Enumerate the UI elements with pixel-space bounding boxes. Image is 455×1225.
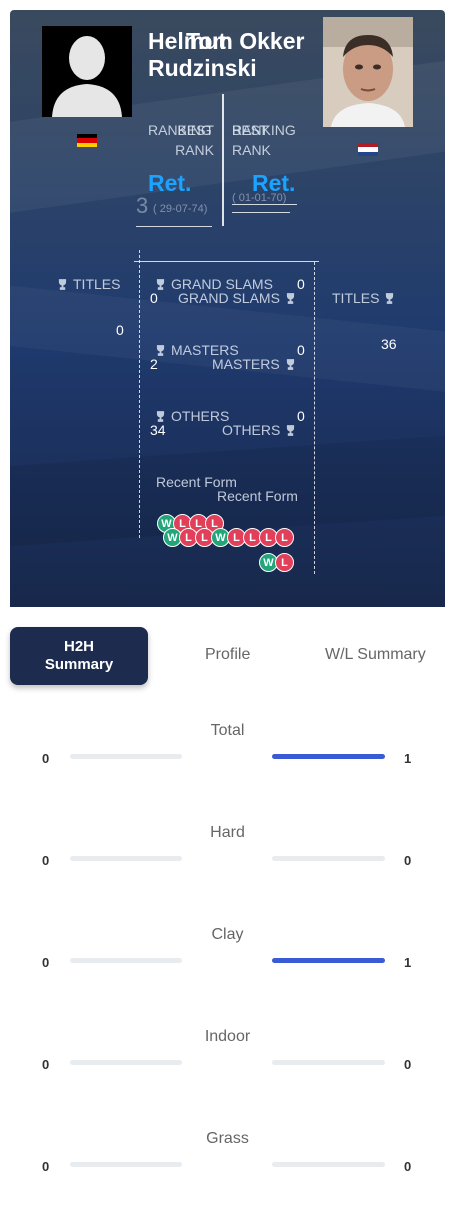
stat-right-bar bbox=[272, 1162, 385, 1167]
germany-flag-icon bbox=[77, 134, 97, 147]
stat-left-value: 0 bbox=[42, 1159, 50, 1174]
player2-grand-slams-label: GRAND SLAMS bbox=[178, 288, 295, 308]
stat-right-bar bbox=[272, 856, 385, 861]
stat-right-bar-fill bbox=[272, 958, 385, 963]
rank-divider bbox=[222, 94, 224, 226]
trophy-icon bbox=[286, 359, 294, 370]
trophy-icon bbox=[286, 293, 295, 304]
trophy-icon bbox=[287, 425, 295, 436]
player2-ranking-label: RANKING bbox=[232, 122, 296, 138]
player1-best-rank-label: BEST RANK bbox=[175, 122, 214, 158]
player2-recent-form-row2: WL bbox=[259, 553, 294, 572]
stat-left-value: 0 bbox=[42, 1057, 50, 1072]
trophy-icon bbox=[386, 293, 394, 304]
tab-bar: H2H Summary Profile W/L Summary bbox=[10, 627, 445, 685]
silhouette-icon bbox=[42, 26, 132, 117]
player2-others-label: OTHERS bbox=[222, 420, 295, 440]
player2-masters-count: 0 bbox=[297, 342, 305, 358]
stat-left-bar bbox=[70, 856, 182, 861]
stat-left-bar bbox=[70, 754, 182, 759]
stat-label: Hard bbox=[210, 824, 245, 841]
stat-label: Grass bbox=[206, 1130, 249, 1147]
stat-left-value: 0 bbox=[42, 751, 50, 766]
stat-right-bar-fill bbox=[272, 754, 385, 759]
player1-titles-label: TITLES bbox=[58, 274, 120, 294]
player1-masters-count: 2 bbox=[150, 356, 158, 372]
stat-right-value: 0 bbox=[404, 1159, 412, 1174]
trophy-icon bbox=[156, 411, 165, 422]
player1-best-rank-value: 3 bbox=[136, 193, 149, 218]
loss-badge: L bbox=[275, 553, 294, 572]
player2-recent-form-label: Recent Form bbox=[217, 488, 298, 504]
stat-left-bar bbox=[70, 1162, 182, 1167]
trophy-icon bbox=[156, 279, 165, 290]
player2-masters-label: MASTERS bbox=[212, 354, 295, 374]
stat-right-value: 0 bbox=[404, 1057, 412, 1072]
comparison-hero: Helmut Rudzinski Tom Okker RANKING BEST … bbox=[10, 10, 445, 607]
trophy-icon bbox=[58, 279, 67, 290]
stat-left-value: 0 bbox=[42, 853, 50, 868]
player1-avatar[interactable] bbox=[42, 26, 132, 117]
stat-right-value: 1 bbox=[404, 955, 412, 970]
netherlands-flag-icon bbox=[358, 143, 378, 156]
player1-ranking-value: Ret. bbox=[148, 170, 192, 196]
player2-titles-count: 36 bbox=[381, 336, 397, 352]
player1-others-label: OTHERS bbox=[156, 406, 229, 426]
stat-right-value: 0 bbox=[404, 853, 412, 868]
tab-wl-summary[interactable]: W/L Summary bbox=[325, 646, 426, 664]
stat-left-bar bbox=[70, 958, 182, 963]
player-photo-icon bbox=[323, 17, 413, 127]
player2-others-count: 0 bbox=[297, 408, 305, 424]
player1-titles-count: 0 bbox=[116, 322, 124, 338]
stat-right-value: 1 bbox=[404, 751, 412, 766]
player1-others-count: 34 bbox=[150, 422, 166, 438]
stat-label: Clay bbox=[211, 926, 244, 943]
player1-grand-slams-count: 0 bbox=[150, 290, 158, 306]
stat-left-value: 0 bbox=[42, 955, 50, 970]
stat-right-bar bbox=[272, 1060, 385, 1065]
player1-best-rank-date: ( 29-07-74) bbox=[153, 203, 208, 215]
player2-best-rank-date: ( 01-01-70) bbox=[232, 192, 287, 204]
player2-titles-label: TITLES bbox=[332, 288, 394, 308]
stat-label: Total bbox=[210, 722, 245, 739]
loss-badge: L bbox=[275, 528, 294, 547]
trophy-icon bbox=[156, 345, 165, 356]
player2-recent-form: WLLWLLLL bbox=[163, 528, 294, 547]
player2-avatar[interactable] bbox=[323, 17, 413, 127]
player2-grand-slams-count: 0 bbox=[297, 276, 305, 292]
tab-profile[interactable]: Profile bbox=[205, 646, 250, 664]
stat-label: Indoor bbox=[204, 1028, 251, 1045]
tab-h2h-summary[interactable]: H2H Summary bbox=[10, 627, 148, 685]
stat-left-bar bbox=[70, 1060, 182, 1065]
player2-name[interactable]: Tom Okker bbox=[186, 28, 304, 55]
